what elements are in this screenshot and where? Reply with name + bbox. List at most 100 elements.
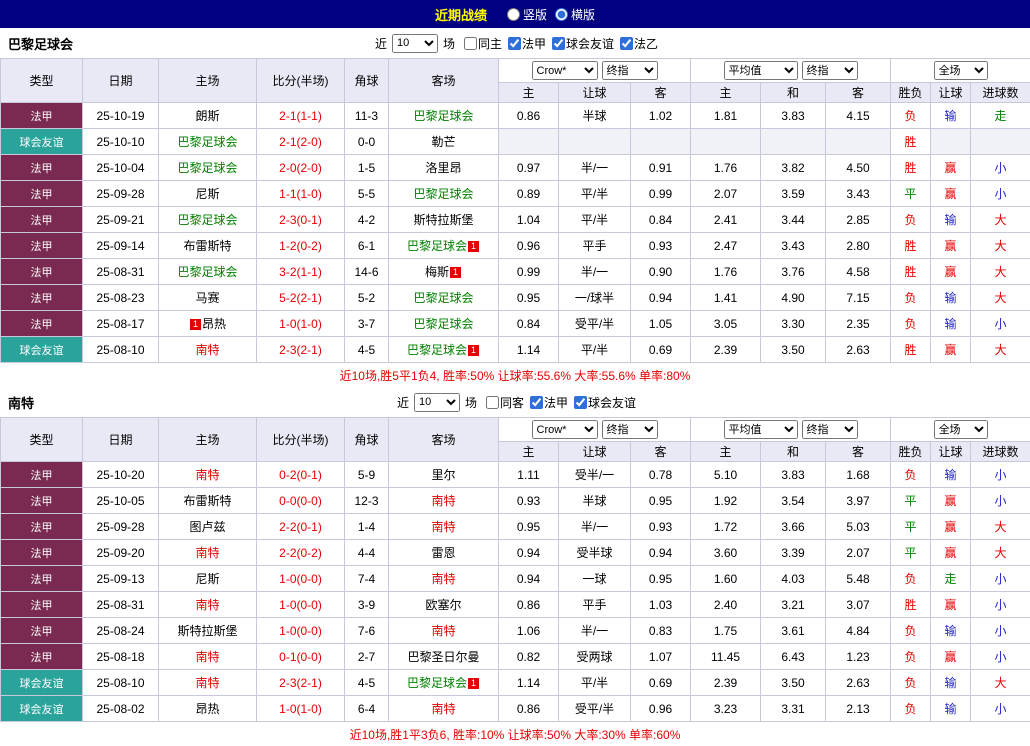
avg-cell: 3.39 [761, 540, 826, 566]
odds-cell: 0.86 [499, 103, 559, 129]
checkbox[interactable] [530, 396, 543, 409]
corners-cell: 5-2 [345, 285, 389, 311]
odds-stage-select[interactable]: 终指 [602, 420, 658, 439]
avg-cell: 1.68 [826, 462, 891, 488]
away-team-cell: 南特 [389, 514, 499, 540]
team-name: 布雷斯特 [183, 239, 231, 253]
handicap-result-cell [931, 129, 971, 155]
checkbox[interactable] [486, 396, 499, 409]
odds-cell: 0.86 [499, 696, 559, 722]
checkbox[interactable] [552, 37, 565, 50]
sub-header: 主 [499, 83, 559, 103]
corners-cell: 11-3 [345, 103, 389, 129]
avg-cell: 5.03 [826, 514, 891, 540]
match-count-select[interactable]: 10 [414, 393, 460, 412]
team-name: 巴黎足球会 [177, 213, 237, 227]
landscape-radio[interactable] [555, 8, 568, 21]
view-option-landscape[interactable]: 横版 [555, 6, 595, 23]
score-cell: 1-0(0-0) [257, 566, 345, 592]
away-team-cell: 勒芒 [389, 129, 499, 155]
team-name: 南特 [195, 343, 219, 357]
home-team-cell: 巴黎足球会 [159, 155, 257, 181]
match-count-select[interactable]: 10 [392, 34, 438, 53]
view-option-portrait[interactable]: 竖版 [507, 6, 547, 23]
filter-checkbox-3[interactable]: 法乙 [614, 35, 658, 52]
sub-header: 客 [826, 442, 891, 462]
score-cell: 2-2(0-1) [257, 514, 345, 540]
checkbox[interactable] [620, 37, 633, 50]
goals-result-cell: 小 [971, 592, 1030, 618]
corners-cell: 6-4 [345, 696, 389, 722]
team-name: 巴黎足球会 [407, 676, 467, 690]
avg-cell: 7.15 [826, 285, 891, 311]
corners-cell: 1-4 [345, 514, 389, 540]
avg-cell: 2.07 [826, 540, 891, 566]
score-cell: 2-2(0-2) [257, 540, 345, 566]
odds-cell: 0.97 [499, 155, 559, 181]
avg-cell: 2.40 [691, 592, 761, 618]
away-team-cell: 南特 [389, 566, 499, 592]
corners-cell: 3-7 [345, 311, 389, 337]
odds-cell [559, 129, 631, 155]
average-select[interactable]: 平均值 [724, 420, 798, 439]
filter-checkbox-0[interactable]: 同主 [458, 35, 502, 52]
checkbox[interactable] [464, 37, 477, 50]
handicap-result-cell: 输 [931, 696, 971, 722]
score-cell: 2-3(2-1) [257, 670, 345, 696]
filter-checkbox-2[interactable]: 球会友谊 [546, 35, 614, 52]
away-team-cell: 巴黎足球会 [389, 181, 499, 207]
odds-cell: 平/半 [559, 670, 631, 696]
checkbox[interactable] [574, 396, 587, 409]
avg-stage-select[interactable]: 终指 [802, 61, 858, 80]
average-select[interactable]: 平均值 [724, 61, 798, 80]
home-team-cell: 图卢兹 [159, 514, 257, 540]
corners-cell: 14-6 [345, 259, 389, 285]
scope-select[interactable]: 全场 [934, 420, 988, 439]
table-row: 法甲25-08-24斯特拉斯堡1-0(0-0)7-6南特1.06半/一0.831… [1, 618, 1030, 644]
sub-header: 客 [826, 83, 891, 103]
table-row: 法甲25-09-21巴黎足球会2-3(0-1)4-2斯特拉斯堡1.04平/半0.… [1, 207, 1030, 233]
avg-cell: 2.39 [691, 337, 761, 363]
odds-stage-select[interactable]: 终指 [602, 61, 658, 80]
avg-cell: 2.80 [826, 233, 891, 259]
column-header: 客场 [389, 418, 499, 462]
date-cell: 25-10-10 [83, 129, 159, 155]
avg-cell: 2.63 [826, 670, 891, 696]
odds-cell: 1.11 [499, 462, 559, 488]
bookmaker-select[interactable]: Crow* [532, 420, 598, 439]
team-name: 昂热 [202, 317, 226, 331]
filter-checkbox-1[interactable]: 法甲 [502, 35, 546, 52]
score-cell: 2-1(1-1) [257, 103, 345, 129]
league-cell: 法甲 [1, 618, 83, 644]
filter-checkbox-0[interactable]: 同客 [480, 394, 524, 411]
checkbox[interactable] [508, 37, 521, 50]
avg-stage-select[interactable]: 终指 [802, 420, 858, 439]
portrait-radio[interactable] [507, 8, 520, 21]
team-name: 布雷斯特 [183, 494, 231, 508]
team-name: 南特 [195, 546, 219, 560]
filter-checkbox-1[interactable]: 法甲 [524, 394, 568, 411]
filter-checkbox-2[interactable]: 球会友谊 [568, 394, 636, 411]
bookmaker-select[interactable]: Crow* [532, 61, 598, 80]
tables-container: 巴黎足球会近10场同主法甲球会友谊法乙类型日期主场比分(半场)角球客场Crow*… [0, 28, 1030, 746]
table-row: 法甲25-09-28图卢兹2-2(0-1)1-4南特0.95半/一0.931.7… [1, 514, 1030, 540]
odds-cell: 半球 [559, 488, 631, 514]
avg-cell: 3.23 [691, 696, 761, 722]
date-cell: 25-10-05 [83, 488, 159, 514]
odds-cell: 受半/一 [559, 462, 631, 488]
team-name: 巴黎足球会 [413, 317, 473, 331]
sub-header: 主 [499, 442, 559, 462]
red-card-badge: 1 [468, 678, 479, 689]
sub-header: 让球 [559, 442, 631, 462]
checkbox-label: 球会友谊 [566, 35, 614, 52]
odds-cell: 受两球 [559, 644, 631, 670]
away-team-cell: 巴黎足球会 [389, 103, 499, 129]
team-name: 昂热 [195, 702, 219, 716]
odds-cell: 0.69 [631, 337, 691, 363]
odds-cell: 1.14 [499, 670, 559, 696]
score-cell: 1-0(0-0) [257, 618, 345, 644]
avg-cell: 6.43 [761, 644, 826, 670]
odds-cell: 0.96 [631, 696, 691, 722]
scope-select[interactable]: 全场 [934, 61, 988, 80]
odds-cell: 0.84 [631, 207, 691, 233]
